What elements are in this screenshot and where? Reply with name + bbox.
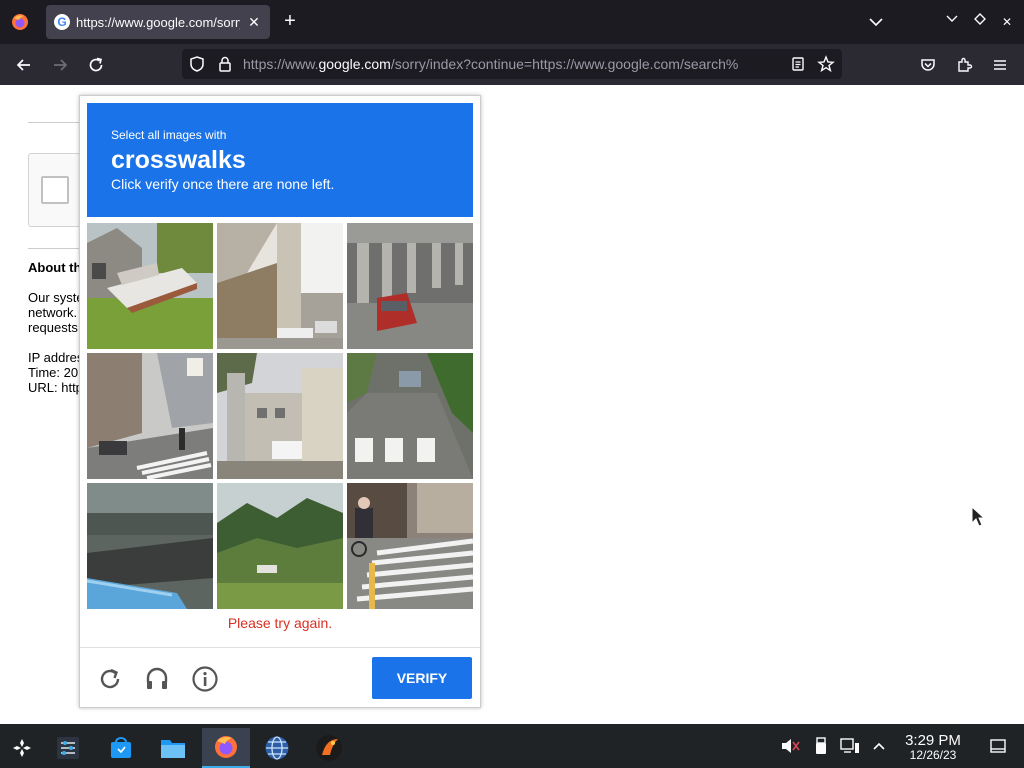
network-wired-icon[interactable] [840, 737, 860, 755]
firefox-taskbar-icon[interactable] [202, 728, 250, 768]
paragraph-line: requests [28, 320, 78, 335]
info-line: IP addres [28, 350, 84, 365]
tray-expand-icon[interactable] [869, 737, 889, 755]
discover-store-icon[interactable] [101, 728, 141, 768]
back-icon[interactable] [11, 52, 37, 78]
close-window-icon[interactable]: ✕ [997, 12, 1017, 32]
info-icon[interactable] [190, 664, 220, 694]
url-text[interactable]: https://www.google.com/sorry/index?conti… [243, 49, 781, 79]
tile-road-crosswalk[interactable] [347, 353, 473, 479]
lock-icon[interactable] [216, 55, 234, 78]
tile-boat-lawn[interactable] [87, 223, 213, 349]
captcha-target: crosswalks [111, 146, 246, 174]
reload-page-icon[interactable] [83, 52, 109, 78]
forward-icon[interactable] [47, 52, 73, 78]
clock-date[interactable]: 12/26/23 [898, 748, 968, 762]
info-line: Time: 20 [28, 365, 79, 380]
reload-icon[interactable] [95, 664, 125, 694]
tile-pool-plaza[interactable] [87, 483, 213, 609]
url-bar[interactable]: https://www.google.com/sorry/index?conti… [182, 49, 842, 79]
paragraph-line: Our syste [28, 290, 84, 305]
firefox-icon[interactable] [8, 10, 32, 34]
tab-close-icon[interactable]: ✕ [246, 14, 262, 31]
tab-strip: G https://www.google.com/sorry/index?con… [0, 0, 1024, 44]
captcha-header: Select all images with crosswalks Click … [87, 103, 473, 217]
list-all-tabs-icon[interactable] [866, 12, 886, 32]
taskbar: 3:29 PM 12/26/23 [0, 724, 1024, 768]
system-settings-icon[interactable] [48, 728, 88, 768]
new-tab-button[interactable]: + [278, 10, 302, 34]
volume-muted-icon[interactable] [780, 737, 800, 755]
tile-building-tree[interactable] [217, 353, 343, 479]
network-globe-icon[interactable] [257, 728, 297, 768]
captcha-error-message: Please try again. [227, 615, 333, 631]
reader-view-icon[interactable] [789, 55, 807, 78]
tile-green-hills[interactable] [217, 483, 343, 609]
browser-tab[interactable]: G https://www.google.com/sorry/index?con… [46, 5, 270, 39]
pocket-icon[interactable] [915, 52, 941, 78]
app-launcher-icon[interactable] [2, 728, 42, 768]
show-desktop-icon[interactable] [988, 737, 1008, 755]
info-line: URL: http [28, 380, 83, 395]
clock-time[interactable]: 3:29 PM [898, 732, 968, 749]
paragraph-line: network. [28, 305, 78, 320]
captcha-instruction: Select all images with [111, 128, 227, 142]
tile-overpass-pillar[interactable] [217, 223, 343, 349]
google-g-icon: G [54, 14, 70, 30]
verify-button[interactable]: VERIFY [372, 657, 472, 699]
captcha-challenge: Select all images with crosswalks Click … [79, 95, 481, 708]
recaptcha-checkbox[interactable] [41, 176, 69, 204]
tile-city-street-crosswalk[interactable] [87, 353, 213, 479]
tile-cyclist-crosswalk[interactable] [347, 483, 473, 609]
file-manager-icon[interactable] [153, 728, 193, 768]
hamburger-menu-icon[interactable] [987, 52, 1013, 78]
extensions-icon[interactable] [951, 52, 977, 78]
shield-icon[interactable] [188, 55, 206, 78]
tile-underpass-car[interactable] [347, 223, 473, 349]
usb-device-icon[interactable] [811, 737, 831, 755]
navigation-toolbar: https://www.google.com/sorry/index?conti… [0, 44, 1024, 85]
tab-title: https://www.google.com/sorry/index?conti… [76, 14, 240, 30]
maximize-icon[interactable] [970, 12, 990, 32]
captcha-hint: Click verify once there are none left. [111, 176, 335, 192]
minimize-icon[interactable] [942, 12, 962, 32]
bookmark-star-icon[interactable] [817, 55, 835, 78]
headphones-icon[interactable] [142, 664, 172, 694]
about-heading: About th [28, 260, 82, 275]
captcha-footer-divider [80, 647, 480, 648]
krita-icon[interactable] [309, 728, 349, 768]
mouse-cursor-icon [971, 505, 986, 528]
